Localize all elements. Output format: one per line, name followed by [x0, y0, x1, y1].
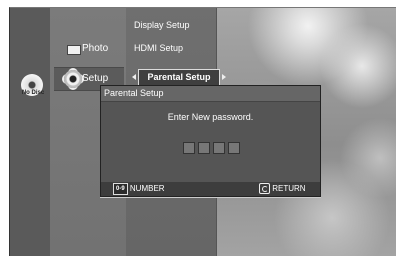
photo-icon — [67, 45, 81, 55]
gear-icon — [64, 70, 82, 88]
tv-frame: No Disc Photo Setup Display Setup HDMI S… — [9, 7, 396, 256]
return-icon — [259, 183, 270, 195]
password-digit-1[interactable] — [183, 142, 195, 154]
dialog-footer: 0-9 NUMBER RETURN — [101, 182, 320, 196]
screen: No Disc Photo Setup Display Setup HDMI S… — [0, 0, 398, 256]
return-button[interactable]: RETURN — [259, 182, 306, 196]
disc-status-label: No Disc — [21, 90, 45, 96]
number-hint: 0-9 NUMBER — [113, 182, 165, 196]
parental-setup-dialog: Parental Setup Enter New password. 0-9 N… — [100, 85, 321, 197]
submenu-item-label: Parental Setup — [147, 72, 211, 82]
dialog-body: Enter New password. — [101, 102, 320, 180]
password-digit-4[interactable] — [228, 142, 240, 154]
submenu-item-hdmi-setup[interactable]: HDMI Setup — [134, 39, 183, 57]
password-digit-2[interactable] — [198, 142, 210, 154]
submenu-item-display-setup[interactable]: Display Setup — [134, 16, 190, 34]
password-digit-3[interactable] — [213, 142, 225, 154]
password-prompt: Enter New password. — [167, 112, 254, 122]
return-label: RETURN — [272, 184, 306, 193]
number-key-icon: 0-9 — [113, 182, 128, 195]
password-input[interactable] — [183, 142, 241, 154]
menu-item-photo[interactable]: Photo — [54, 38, 124, 60]
dialog-title: Parental Setup — [101, 86, 320, 102]
arrow-left-icon — [132, 74, 136, 80]
arrow-right-icon — [222, 74, 226, 80]
left-column — [10, 8, 50, 256]
number-label: NUMBER — [129, 184, 165, 193]
menu-item-label: Photo — [82, 43, 109, 54]
